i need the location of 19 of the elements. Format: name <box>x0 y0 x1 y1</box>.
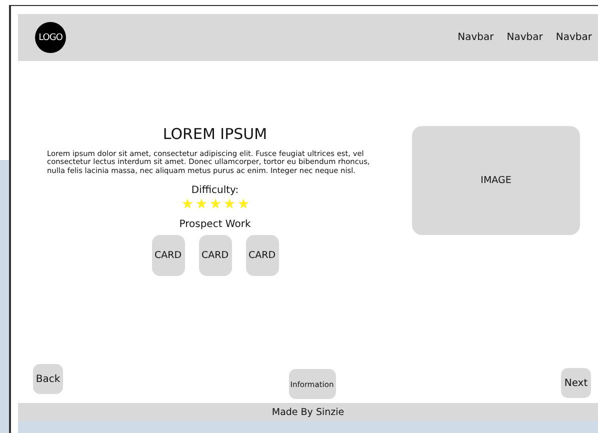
logo[interactable]: LOGO <box>35 22 66 53</box>
page-title: LOREM IPSUM <box>162 125 268 143</box>
star-icon <box>196 198 206 208</box>
section-label: Prospect Work <box>179 218 251 230</box>
work-card[interactable]: CARD <box>246 234 278 276</box>
nav-link[interactable]: Navbar <box>458 32 494 43</box>
work-card[interactable]: CARD <box>152 234 184 276</box>
back-button[interactable]: Back <box>33 364 63 394</box>
nav-link[interactable]: Navbar <box>556 32 592 43</box>
star-icon <box>210 198 220 208</box>
work-card[interactable]: CARD <box>198 234 232 276</box>
star-icon <box>224 198 234 208</box>
difficulty-label: Difficulty: <box>191 184 239 196</box>
footer-text: Made By Sinzie <box>272 406 344 418</box>
star-icon <box>182 198 192 208</box>
image-label: IMAGE <box>480 175 512 186</box>
star-icon <box>238 198 248 208</box>
nav-link[interactable]: Navbar <box>506 32 543 43</box>
next-button[interactable]: Next <box>561 368 591 398</box>
